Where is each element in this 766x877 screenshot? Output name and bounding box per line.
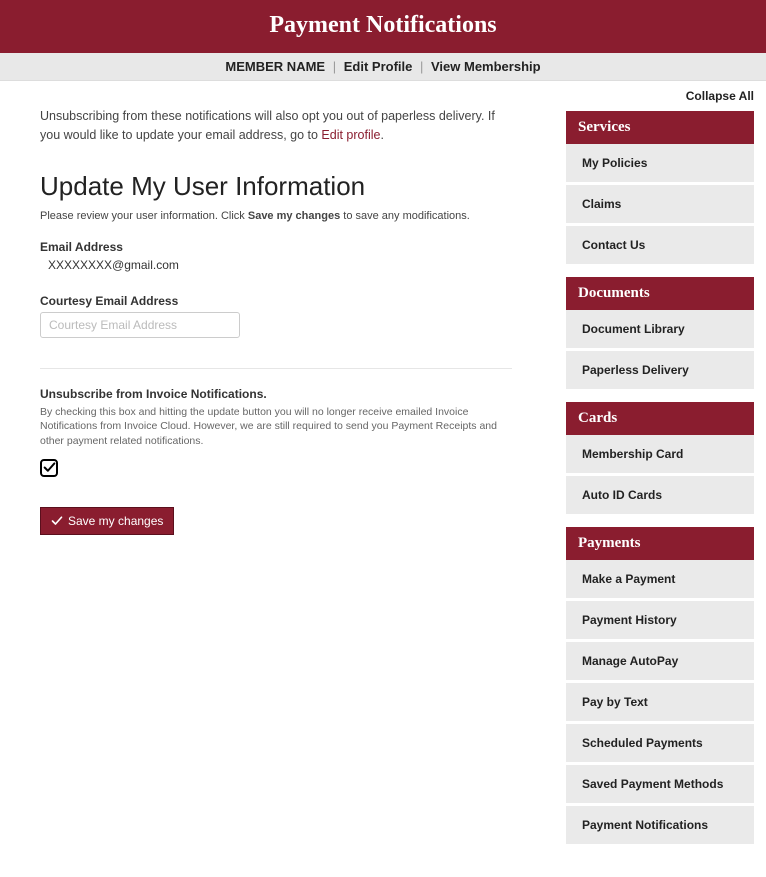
intro-text: Unsubscribing from these notifications w… [40, 107, 512, 145]
sidebar-group: CardsMembership CardAuto ID Cards [566, 402, 754, 517]
sidebar-group: ServicesMy PoliciesClaimsContact Us [566, 111, 754, 267]
sidebar-item[interactable]: Paperless Delivery [566, 351, 754, 392]
section-heading: Update My User Information [40, 171, 512, 202]
sidebar-item[interactable]: Auto ID Cards [566, 476, 754, 517]
unsubscribe-title: Unsubscribe from Invoice Notifications. [40, 387, 512, 401]
sidebar-section-header[interactable]: Cards [566, 402, 754, 435]
sidebar-item[interactable]: Pay by Text [566, 683, 754, 724]
sidebar-item[interactable]: My Policies [566, 144, 754, 185]
sidebar-item[interactable]: Make a Payment [566, 560, 754, 601]
view-membership-link[interactable]: View Membership [431, 59, 541, 74]
sidebar-item[interactable]: Document Library [566, 310, 754, 351]
intro-part-a: Unsubscribing from these notifications w… [40, 109, 495, 142]
sidebar-item[interactable]: Scheduled Payments [566, 724, 754, 765]
page-title: Payment Notifications [269, 12, 496, 38]
sidebar-section-header[interactable]: Payments [566, 527, 754, 560]
main-content: Unsubscribing from these notifications w… [0, 81, 540, 877]
sidebar-item[interactable]: Membership Card [566, 435, 754, 476]
edit-profile-link[interactable]: Edit Profile [344, 59, 413, 74]
courtesy-email-input[interactable] [40, 312, 240, 338]
unsubscribe-description: By checking this box and hitting the upd… [40, 405, 512, 449]
sidebar-section-header[interactable]: Services [566, 111, 754, 144]
instruction-pre: Please review your user information. Cli… [40, 210, 248, 222]
member-name: MEMBER NAME [225, 59, 325, 74]
check-icon [43, 461, 56, 474]
email-label: Email Address [40, 240, 512, 254]
sidebar-item[interactable]: Saved Payment Methods [566, 765, 754, 806]
instruction-post: to save any modifications. [340, 210, 470, 222]
sidebar: Collapse All ServicesMy PoliciesClaimsCo… [566, 81, 766, 877]
sidebar-item[interactable]: Claims [566, 185, 754, 226]
save-button[interactable]: Save my changes [40, 507, 174, 535]
unsubscribe-checkbox[interactable] [40, 459, 58, 477]
sidebar-item[interactable]: Payment Notifications [566, 806, 754, 847]
instruction-bold: Save my changes [248, 210, 340, 222]
sidebar-section-header[interactable]: Documents [566, 277, 754, 310]
sidebar-group: PaymentsMake a PaymentPayment HistoryMan… [566, 527, 754, 847]
check-icon [51, 515, 63, 527]
sidebar-item[interactable]: Contact Us [566, 226, 754, 267]
separator: | [420, 59, 423, 74]
subheader: MEMBER NAME | Edit Profile | View Member… [0, 53, 766, 81]
intro-edit-profile-link[interactable]: Edit profile [321, 128, 380, 142]
instruction-text: Please review your user information. Cli… [40, 210, 512, 222]
email-value: XXXXXXXX@gmail.com [48, 258, 512, 272]
courtesy-email-label: Courtesy Email Address [40, 294, 512, 308]
save-button-label: Save my changes [68, 514, 163, 528]
intro-part-b: . [380, 128, 383, 142]
collapse-all-link[interactable]: Collapse All [566, 89, 754, 103]
sidebar-group: DocumentsDocument LibraryPaperless Deliv… [566, 277, 754, 392]
divider [40, 368, 512, 369]
sidebar-item[interactable]: Payment History [566, 601, 754, 642]
sidebar-item[interactable]: Manage AutoPay [566, 642, 754, 683]
separator: | [333, 59, 336, 74]
page-title-bar: Payment Notifications [0, 0, 766, 53]
